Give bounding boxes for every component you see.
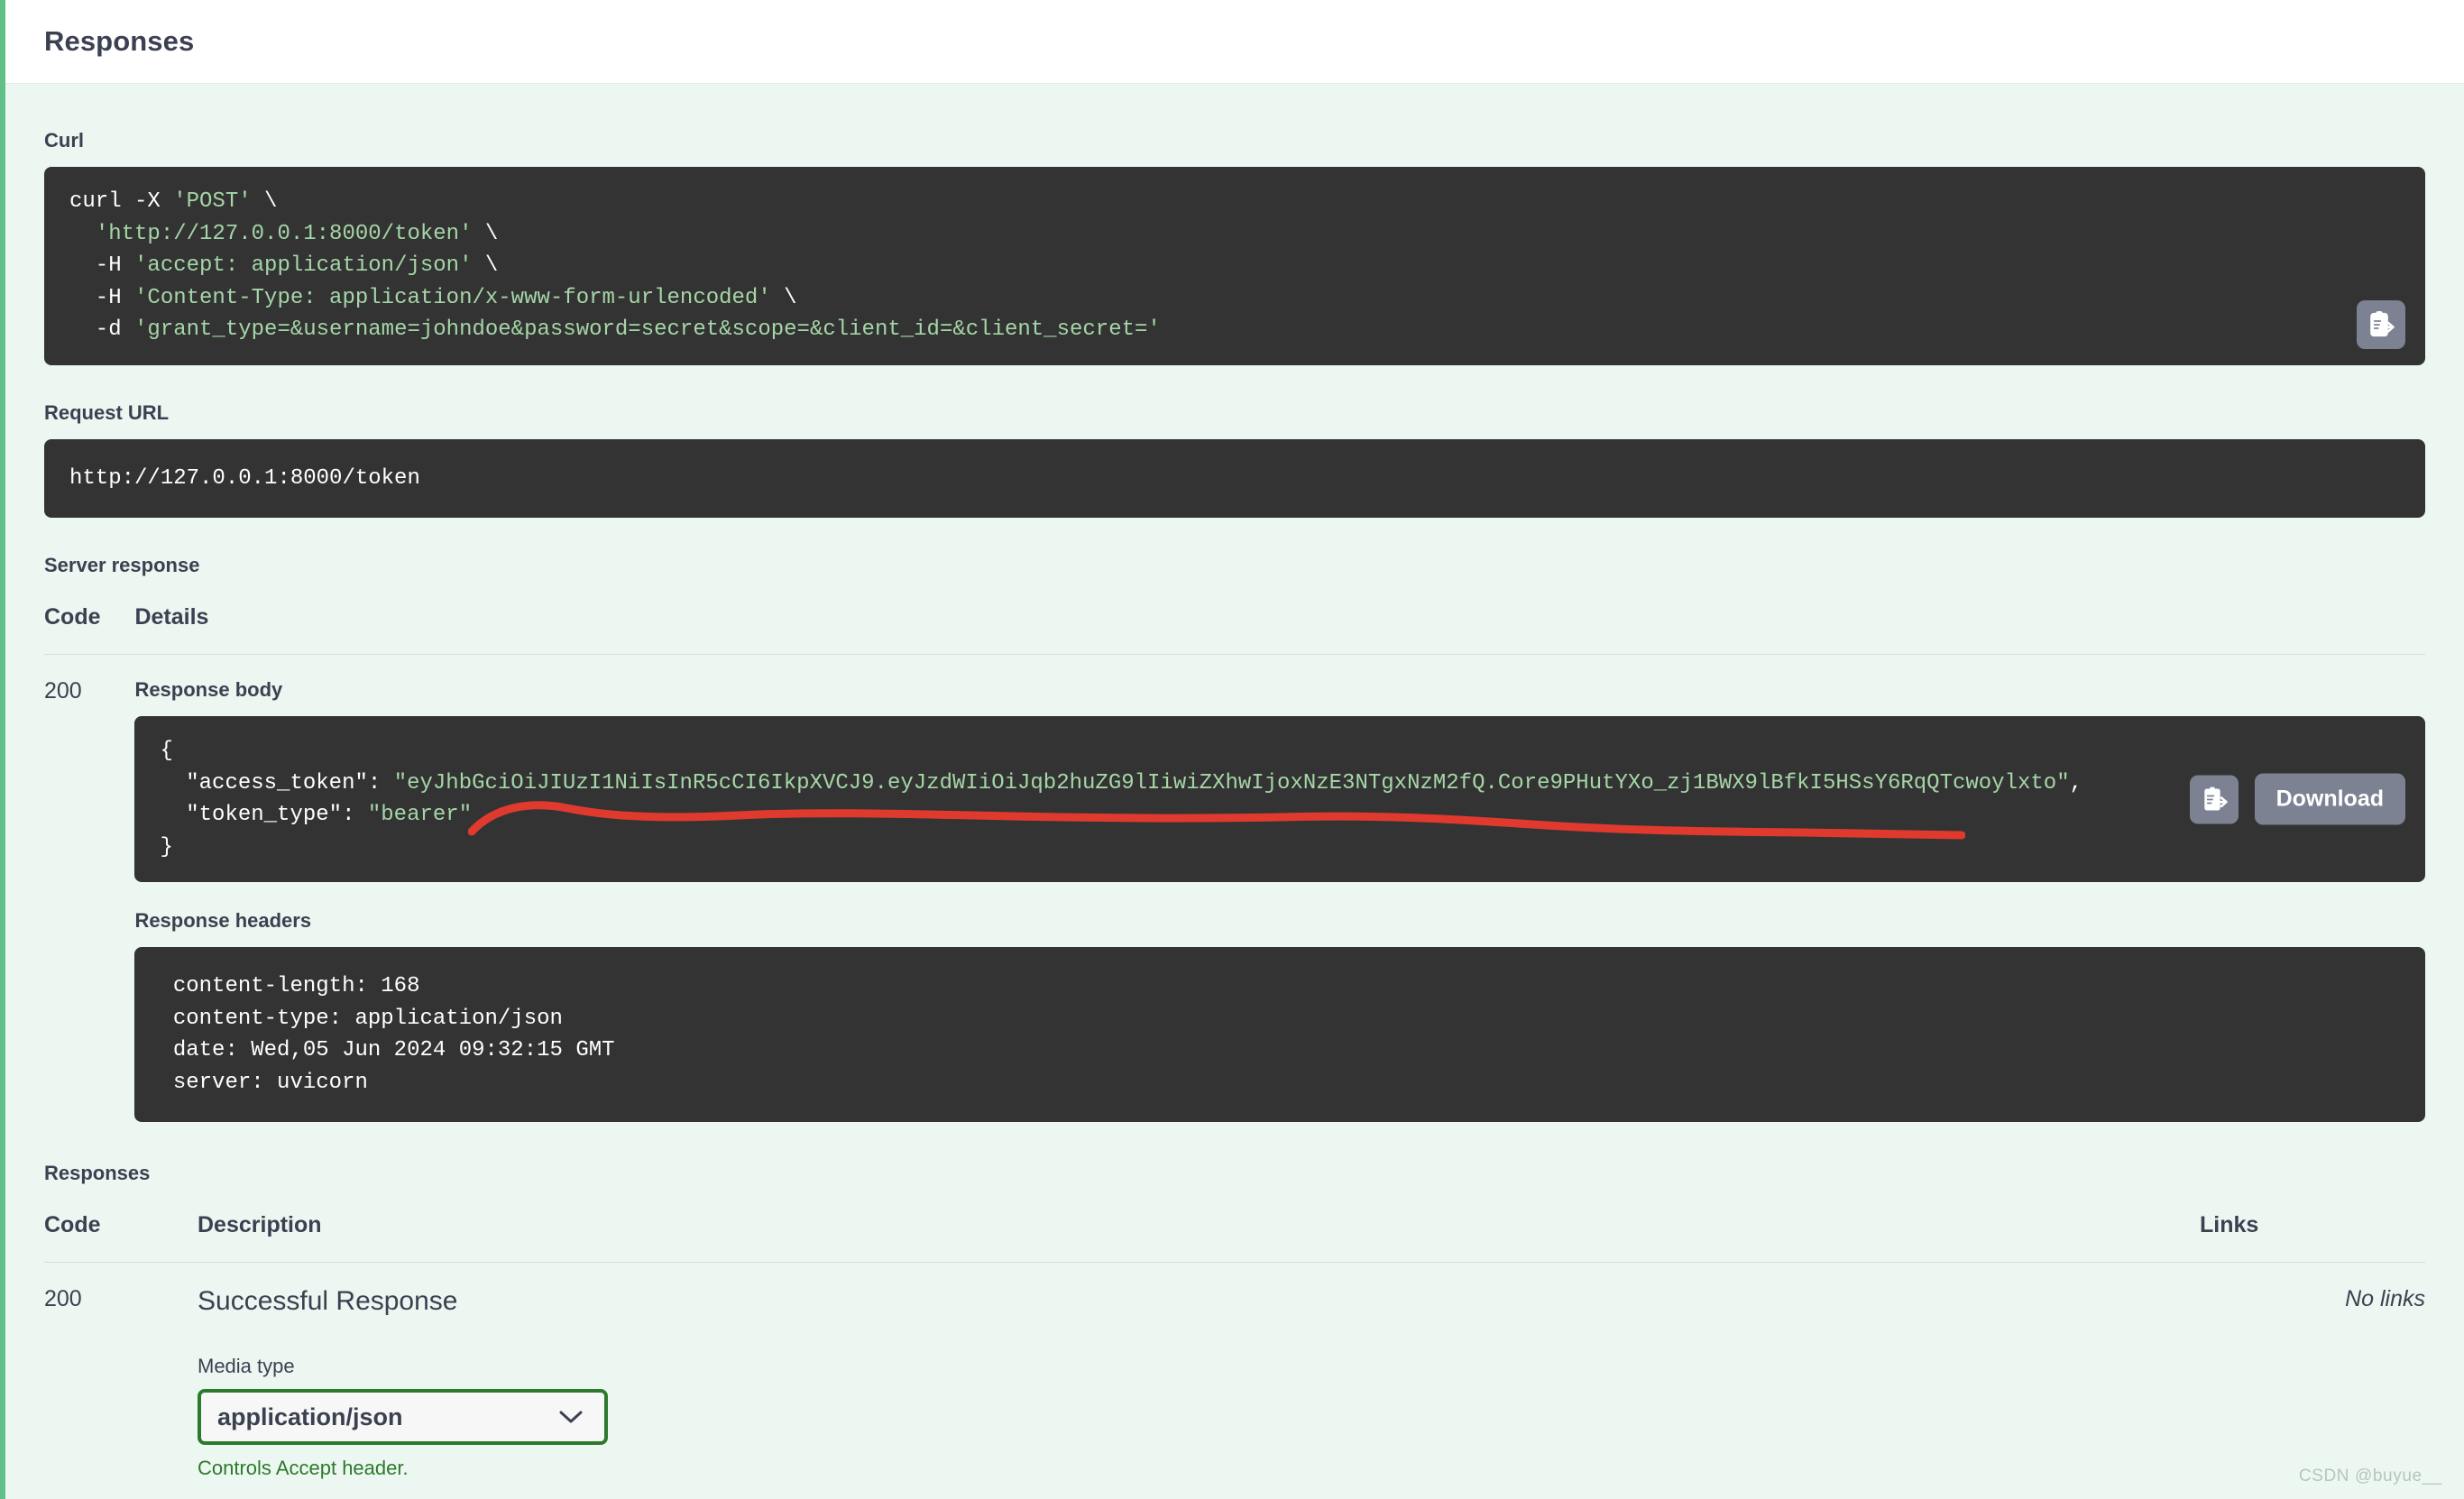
curl-label: Curl [44,129,84,152]
server-response-details-cell: Response body { "access_token": "eyJhbGc… [134,654,2425,1123]
media-type-select[interactable]: application/json [198,1389,608,1446]
responses-label: Responses [44,1162,151,1185]
col-header-code: Code [44,604,101,630]
media-type-label: Media type [198,1355,295,1378]
col-header-details: Details [134,604,209,630]
media-type-select-wrap: application/json [198,1389,608,1446]
accept-header-hint: Controls Accept header. [198,1457,409,1480]
response-headers-text: content-length: 168 content-type: applic… [172,974,615,1095]
responses-links-cell: No links [2200,1262,2425,1499]
server-response-code-cell: 200 [44,654,135,1123]
curl-code-block: curl -X 'POST' \ 'http://127.0.0.1:8000/… [44,167,2425,365]
request-url-block: http://127.0.0.1:8000/token [44,438,2425,519]
response-headers-code-block: content-length: 168 content-type: applic… [134,947,2425,1123]
responses-code-cell: 200 [44,1262,198,1499]
swagger-responses-panel: Responses Curl curl -X 'POST' \ 'http://… [0,0,2464,1499]
panel-header: Responses [5,0,2464,84]
request-url-value: http://127.0.0.1:8000/token [69,465,420,491]
copy-to-clipboard-icon [2370,310,2395,336]
response-body-actions: Download [2189,773,2405,825]
table-row: 200 Successful Response Media type appli… [44,1262,2425,1499]
copy-response-body-button[interactable] [2189,775,2239,824]
response-description: Successful Response [198,1286,458,1317]
col-header-code: Code [44,1212,101,1238]
page-title: Responses [44,25,195,57]
col-header-links: Links [2200,1212,2259,1238]
copy-curl-button[interactable] [2357,299,2405,349]
status-code: 200 [44,678,82,704]
server-response-header-row: Code Details [44,604,2425,655]
col-header-description: Description [198,1212,322,1238]
server-response-table: Code Details 200 Response body { "access… [44,604,2425,1123]
curl-code-text: curl -X 'POST' \ 'http://127.0.0.1:8000/… [69,189,1161,343]
request-url-label: Request URL [44,400,170,424]
response-body-text: { "access_token": "eyJhbGciOiJIUzI1NiIsI… [160,739,2082,860]
copy-to-clipboard-icon [2203,786,2228,811]
response-code: 200 [44,1286,82,1312]
panel-body: Curl curl -X 'POST' \ 'http://127.0.0.1:… [5,84,2464,1499]
responses-table: Code Description Links 200 Successful Re… [44,1212,2425,1499]
response-headers-label: Response headers [134,909,312,933]
watermark: CSDN @buyue__ [2298,1467,2442,1485]
table-row: 200 Response body { "access_token": "eyJ… [44,654,2425,1123]
response-body-code-block: { "access_token": "eyJhbGciOiJIUzI1NiIsI… [134,716,2425,883]
server-response-label: Server response [44,554,200,577]
response-body-wrap: { "access_token": "eyJhbGciOiJIUzI1NiIsI… [134,716,2425,883]
responses-description-cell: Successful Response Media type applicati… [198,1262,2200,1499]
response-body-label: Response body [134,678,283,702]
download-button[interactable]: Download [2254,773,2405,825]
no-links-text: No links [2345,1286,2425,1312]
responses-header-row: Code Description Links [44,1212,2425,1263]
